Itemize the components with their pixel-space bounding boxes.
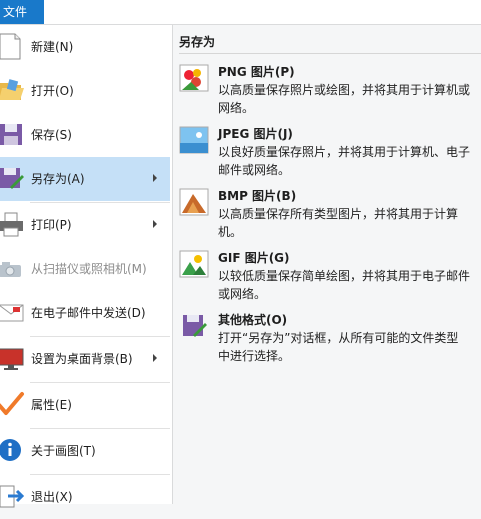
menu-item-label: 设置为桌面背景(B)	[31, 352, 133, 366]
panel-title: 另存为	[179, 35, 216, 49]
properties-check-icon	[0, 392, 24, 415]
menu-item-new[interactable]: 新建(N)	[0, 25, 170, 69]
menu-item-label: 退出(X)	[31, 490, 73, 504]
menu-item-label: 打印(P)	[31, 218, 72, 232]
new-page-icon	[0, 33, 21, 60]
menu-item-send-email[interactable]: 在电子邮件中发送(D)	[0, 291, 170, 335]
save-as-panel: 另存为 PNG 图片(P) 以高质量保存照片或绘图，并将其用于计算机或网络。 J…	[173, 25, 481, 504]
option-description: 以良好质量保存照片，并将其用于计算机、电子邮件或网络。	[218, 145, 471, 177]
option-description: 以高质量保存照片或绘图，并将其用于计算机或网络。	[218, 83, 471, 115]
option-title: JPEG 图片(J)	[218, 127, 293, 141]
desktop-background-icon	[0, 348, 24, 370]
menu-item-label: 属性(E)	[31, 398, 72, 412]
info-icon	[0, 439, 21, 461]
open-folder-icon	[0, 79, 24, 100]
option-title: GIF 图片(G)	[218, 251, 290, 265]
option-description: 以高质量保存所有类型图片，并将其用于计算机。	[218, 207, 459, 239]
submenu-arrow-icon	[153, 220, 157, 228]
ribbon-top-bar: 文件	[0, 0, 481, 25]
option-title: PNG 图片(P)	[218, 65, 295, 79]
submenu-arrow-icon	[153, 174, 157, 182]
png-image-icon	[179, 64, 209, 92]
panel-divider	[179, 53, 481, 54]
menu-item-print[interactable]: 打印(P)	[0, 203, 170, 247]
submenu-arrow-icon	[153, 354, 157, 362]
menu-item-from-scanner: 从扫描仪或照相机(M)	[0, 247, 170, 291]
save-as-jpeg-option[interactable]: JPEG 图片(J) 以良好质量保存照片，并将其用于计算机、电子邮件或网络。	[173, 122, 478, 184]
save-as-gif-option[interactable]: GIF 图片(G) 以较低质量保存简单绘图，并将其用于电子邮件或网络。	[173, 246, 478, 308]
email-icon	[0, 304, 24, 322]
menu-item-label: 打开(O)	[31, 84, 74, 98]
menu-item-set-desktop-background[interactable]: 设置为桌面背景(B)	[0, 337, 170, 381]
save-as-icon	[0, 168, 24, 189]
file-menu: 新建(N) 打开(O) 保存(S) 另存为(A) 打印(P) 从扫描仪或照相机(…	[0, 25, 173, 508]
menu-item-exit[interactable]: 退出(X)	[0, 475, 170, 519]
save-as-bmp-option[interactable]: BMP 图片(B) 以高质量保存所有类型图片，并将其用于计算机。	[173, 184, 478, 246]
scanner-camera-icon	[0, 262, 21, 277]
menu-item-label: 从扫描仪或照相机(M)	[31, 262, 147, 276]
other-formats-icon	[183, 315, 207, 337]
option-description: 以较低质量保存简单绘图，并将其用于电子邮件或网络。	[218, 269, 471, 301]
menu-item-label: 另存为(A)	[31, 172, 85, 186]
bmp-image-icon	[179, 188, 209, 216]
menu-item-label: 新建(N)	[31, 40, 74, 54]
gif-image-icon	[179, 250, 209, 278]
menu-item-label: 关于画图(T)	[31, 444, 96, 458]
printer-icon	[0, 212, 23, 237]
menu-item-properties[interactable]: 属性(E)	[0, 383, 170, 427]
save-as-png-option[interactable]: PNG 图片(P) 以高质量保存照片或绘图，并将其用于计算机或网络。	[173, 60, 478, 122]
file-tab[interactable]: 文件	[0, 0, 44, 24]
menu-item-save-as[interactable]: 另存为(A)	[0, 157, 170, 201]
menu-item-about-paint[interactable]: 关于画图(T)	[0, 429, 170, 473]
jpeg-image-icon	[179, 126, 209, 154]
exit-icon	[0, 485, 25, 508]
option-title: BMP 图片(B)	[218, 189, 297, 203]
menu-item-save[interactable]: 保存(S)	[0, 113, 170, 157]
menu-item-open[interactable]: 打开(O)	[0, 69, 170, 113]
save-as-other-formats-option[interactable]: 其他格式(O) 打开“另存为”对话框，从所有可能的文件类型中进行选择。	[173, 308, 478, 370]
menu-item-label: 保存(S)	[31, 128, 72, 142]
option-title: 其他格式(O)	[218, 313, 288, 327]
save-disk-icon	[0, 124, 22, 145]
option-description: 打开“另存为”对话框，从所有可能的文件类型中进行选择。	[218, 331, 459, 363]
menu-item-label: 在电子邮件中发送(D)	[31, 306, 146, 320]
